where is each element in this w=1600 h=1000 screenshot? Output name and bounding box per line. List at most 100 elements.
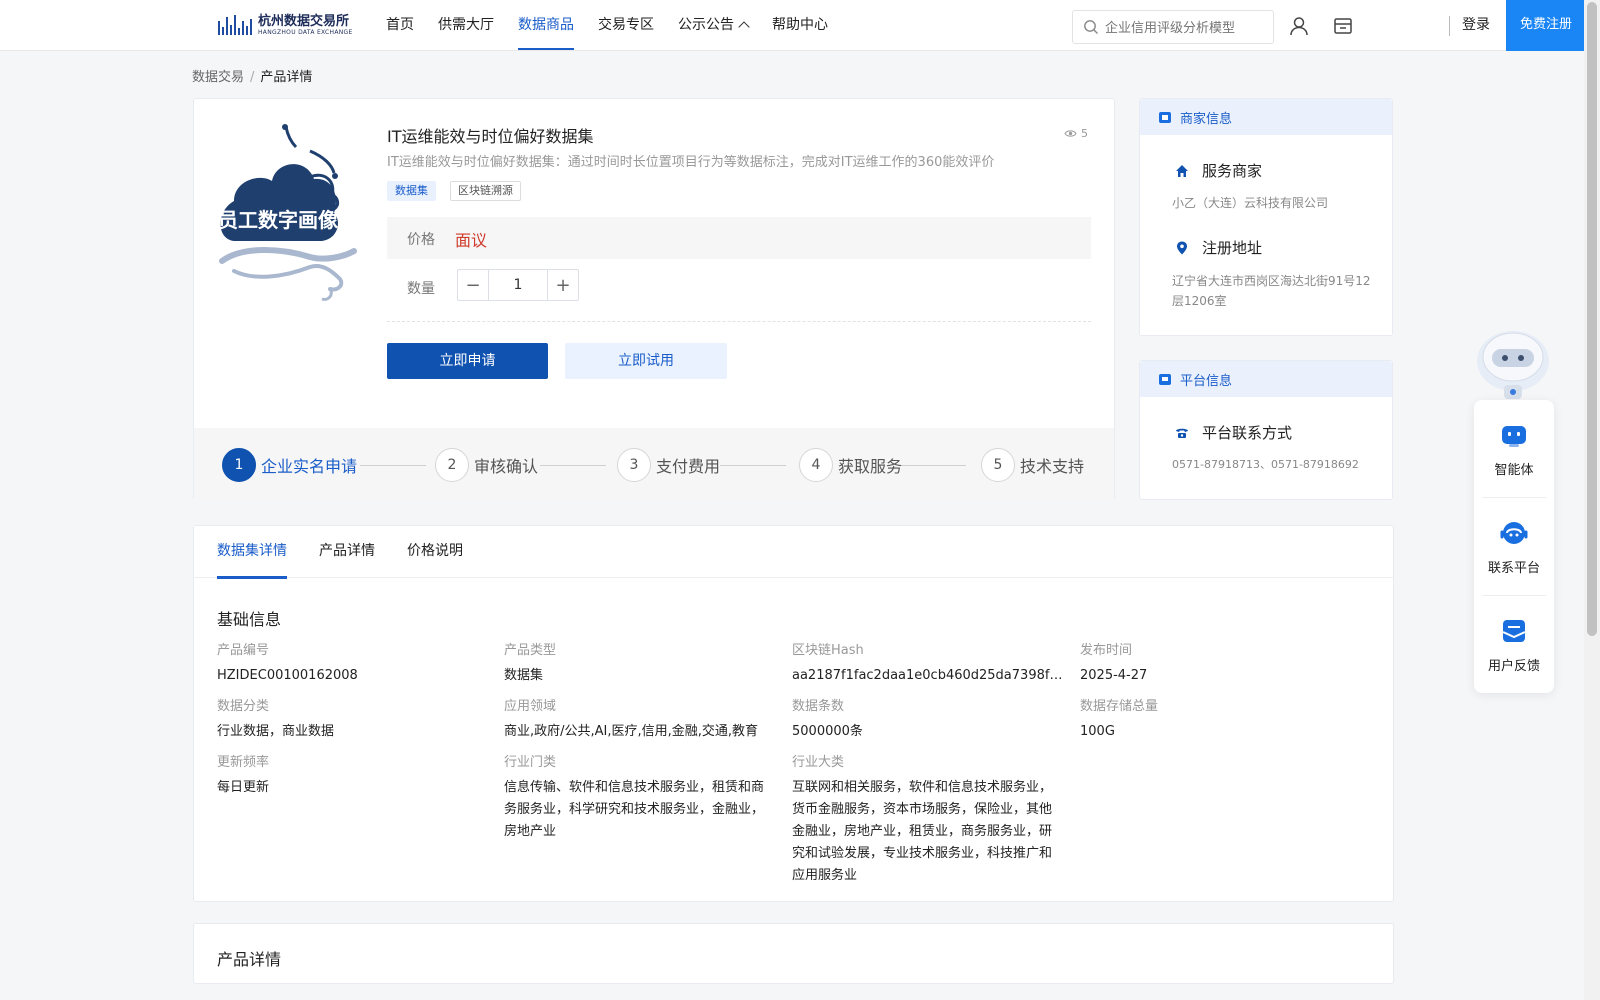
field-value: 2025-4-27 — [1080, 668, 1148, 683]
agent-icon — [1502, 426, 1526, 447]
field-key: 产品编号 — [217, 643, 270, 658]
step-5: 5 技术支持 — [981, 448, 1084, 482]
platform-info-title: 平台信息 — [1180, 373, 1233, 389]
field-key: 应用领域 — [504, 699, 557, 714]
step-connector — [360, 465, 426, 466]
agent-button[interactable]: 智能体 — [1474, 400, 1554, 497]
field-industry-division: 行业大类 互联网和相关服务，软件和信息技术服务业，货币金融服务，资本市场服务，保险… — [792, 755, 1064, 887]
try-now-button[interactable]: 立即试用 — [565, 343, 727, 379]
platform-info-icon — [1159, 374, 1171, 385]
quantity-stepper: − 1 + — [457, 269, 579, 301]
tab-price-description[interactable]: 价格说明 — [407, 526, 463, 578]
platform-contact-label: 平台联系方式 — [1202, 424, 1293, 442]
field-publish-date: 发布时间 2025-4-27 — [1080, 643, 1352, 687]
field-value: 5000000条 — [792, 724, 863, 739]
step-number: 3 — [617, 448, 651, 482]
step-label: 技术支持 — [1020, 457, 1085, 476]
view-count-value: 5 — [1081, 127, 1088, 140]
service-merchant-label: 服务商家 — [1202, 162, 1263, 180]
location-pin-icon — [1177, 241, 1187, 254]
scrollbar-thumb[interactable] — [1587, 2, 1597, 636]
registered-address-label: 注册地址 — [1202, 239, 1263, 257]
user-feedback-label: 用户反馈 — [1487, 659, 1540, 674]
step-label: 审核确认 — [474, 457, 539, 476]
field-update-frequency: 更新频率 每日更新 — [217, 755, 489, 799]
agent-label: 智能体 — [1494, 463, 1534, 478]
step-2: 2 审核确认 — [435, 448, 538, 482]
logo-mark-icon — [218, 13, 254, 37]
product-title: IT运维能效与时位偏好数据集 — [387, 127, 594, 146]
step-connector — [900, 465, 966, 466]
store-icon[interactable] — [1332, 15, 1354, 37]
quantity-increase-button[interactable]: + — [547, 270, 578, 300]
page-scrollbar[interactable] — [1584, 0, 1600, 1000]
price-row: 价格 面议 — [387, 217, 1091, 259]
view-count: 5 — [1064, 127, 1088, 140]
quantity-label: 数量 — [407, 281, 435, 297]
divider — [387, 321, 1091, 322]
field-data-category: 数据分类 行业数据，商业数据 — [217, 699, 489, 743]
step-4: 4 获取服务 — [799, 448, 902, 482]
tab-dataset-detail[interactable]: 数据集详情 — [217, 526, 287, 579]
field-record-count: 数据条数 5000000条 — [792, 699, 1064, 743]
field-product-type: 产品类型 数据集 — [504, 643, 776, 687]
nav-supply-demand[interactable]: 供需大厅 — [438, 0, 494, 50]
registered-address-value: 辽宁省大连市西岗区海达北街91号12层1206室 — [1172, 274, 1371, 308]
nav-data-products[interactable]: 数据商品 — [518, 0, 574, 50]
merchant-info-icon — [1159, 112, 1171, 123]
step-number: 1 — [222, 448, 256, 482]
apply-now-button[interactable]: 立即申请 — [387, 343, 548, 379]
breadcrumb-separator: / — [250, 70, 255, 85]
step-label: 获取服务 — [838, 457, 903, 476]
nav-trade-zone[interactable]: 交易专区 — [598, 0, 654, 50]
step-label: 企业实名申请 — [261, 457, 358, 476]
nav-home[interactable]: 首页 — [386, 0, 414, 50]
nav-announcements[interactable]: 公示公告 — [678, 0, 750, 50]
logo-en-text: HANGZHOU DATA EXCHANGE — [258, 28, 353, 36]
nav-help-center[interactable]: 帮助中心 — [772, 0, 828, 50]
robot-mascot-icon[interactable] — [1472, 325, 1554, 403]
field-value: HZIDEC00100162008 — [217, 668, 358, 683]
field-industry-sector: 行业门类 信息传输、软件和信息技术服务业，租赁和商务服务业，科学研究和技术服务业，… — [504, 755, 776, 843]
step-number: 2 — [435, 448, 469, 482]
contact-platform-button[interactable]: 联系平台 — [1474, 498, 1554, 595]
field-key: 区块链Hash — [792, 643, 864, 658]
field-key: 数据条数 — [792, 699, 845, 714]
detail-tabs: 数据集详情 产品详情 价格说明 — [194, 526, 1393, 579]
field-storage-size: 数据存储总量 100G — [1080, 699, 1352, 743]
product-image: 员工数字画像 — [218, 124, 357, 301]
product-description: IT运维能效与时位偏好数据集：通过时间时长位置项目行为等数据标注，完成对IT运维… — [387, 155, 995, 170]
field-value: 每日更新 — [217, 780, 270, 795]
field-value: 100G — [1080, 724, 1115, 739]
user-feedback-button[interactable]: 用户反馈 — [1474, 596, 1554, 693]
step-number: 5 — [981, 448, 1015, 482]
login-link[interactable]: 登录 — [1462, 0, 1490, 50]
field-key: 更新频率 — [217, 755, 270, 770]
field-blockchain-hash: 区块链Hash aa2187f1fac2daa1e0cb460d25da7398f… — [792, 643, 1064, 687]
search-input[interactable] — [1105, 19, 1265, 35]
quantity-input[interactable]: 1 — [489, 270, 547, 300]
step-3: 3 支付费用 — [617, 448, 720, 482]
user-icon[interactable] — [1288, 15, 1310, 37]
site-logo[interactable]: 杭州数据交易所 HANGZHOU DATA EXCHANGE — [218, 10, 353, 40]
field-key: 发布时间 — [1080, 643, 1133, 658]
search-box[interactable] — [1072, 10, 1274, 44]
product-card: 员工数字画像 IT运维能效与时位偏好数据集 5 IT运维能效与时位偏好数据集：通… — [193, 98, 1115, 500]
tag-blockchain-trace: 区块链溯源 — [450, 181, 521, 201]
basic-info-title: 基础信息 — [217, 610, 282, 629]
price-label: 价格 — [407, 232, 435, 248]
quantity-decrease-button[interactable]: − — [458, 270, 489, 300]
registered-address-heading: 注册地址 — [1174, 237, 1262, 258]
tag-dataset: 数据集 — [387, 181, 436, 201]
logo-cn-text: 杭州数据交易所 — [258, 13, 350, 29]
step-connector — [540, 465, 606, 466]
breadcrumb-parent[interactable]: 数据交易 — [192, 70, 244, 85]
search-icon — [1084, 20, 1098, 34]
tab-product-detail[interactable]: 产品详情 — [319, 526, 375, 578]
chevron-up-icon — [738, 21, 750, 33]
home-icon — [1176, 164, 1188, 177]
register-button[interactable]: 免费注册 — [1506, 0, 1586, 51]
field-key: 数据存储总量 — [1080, 699, 1159, 714]
contact-platform-label: 联系平台 — [1487, 561, 1540, 576]
field-value: 信息传输、软件和信息技术服务业，租赁和商务服务业，科学研究和技术服务业，金融业，… — [504, 780, 765, 839]
